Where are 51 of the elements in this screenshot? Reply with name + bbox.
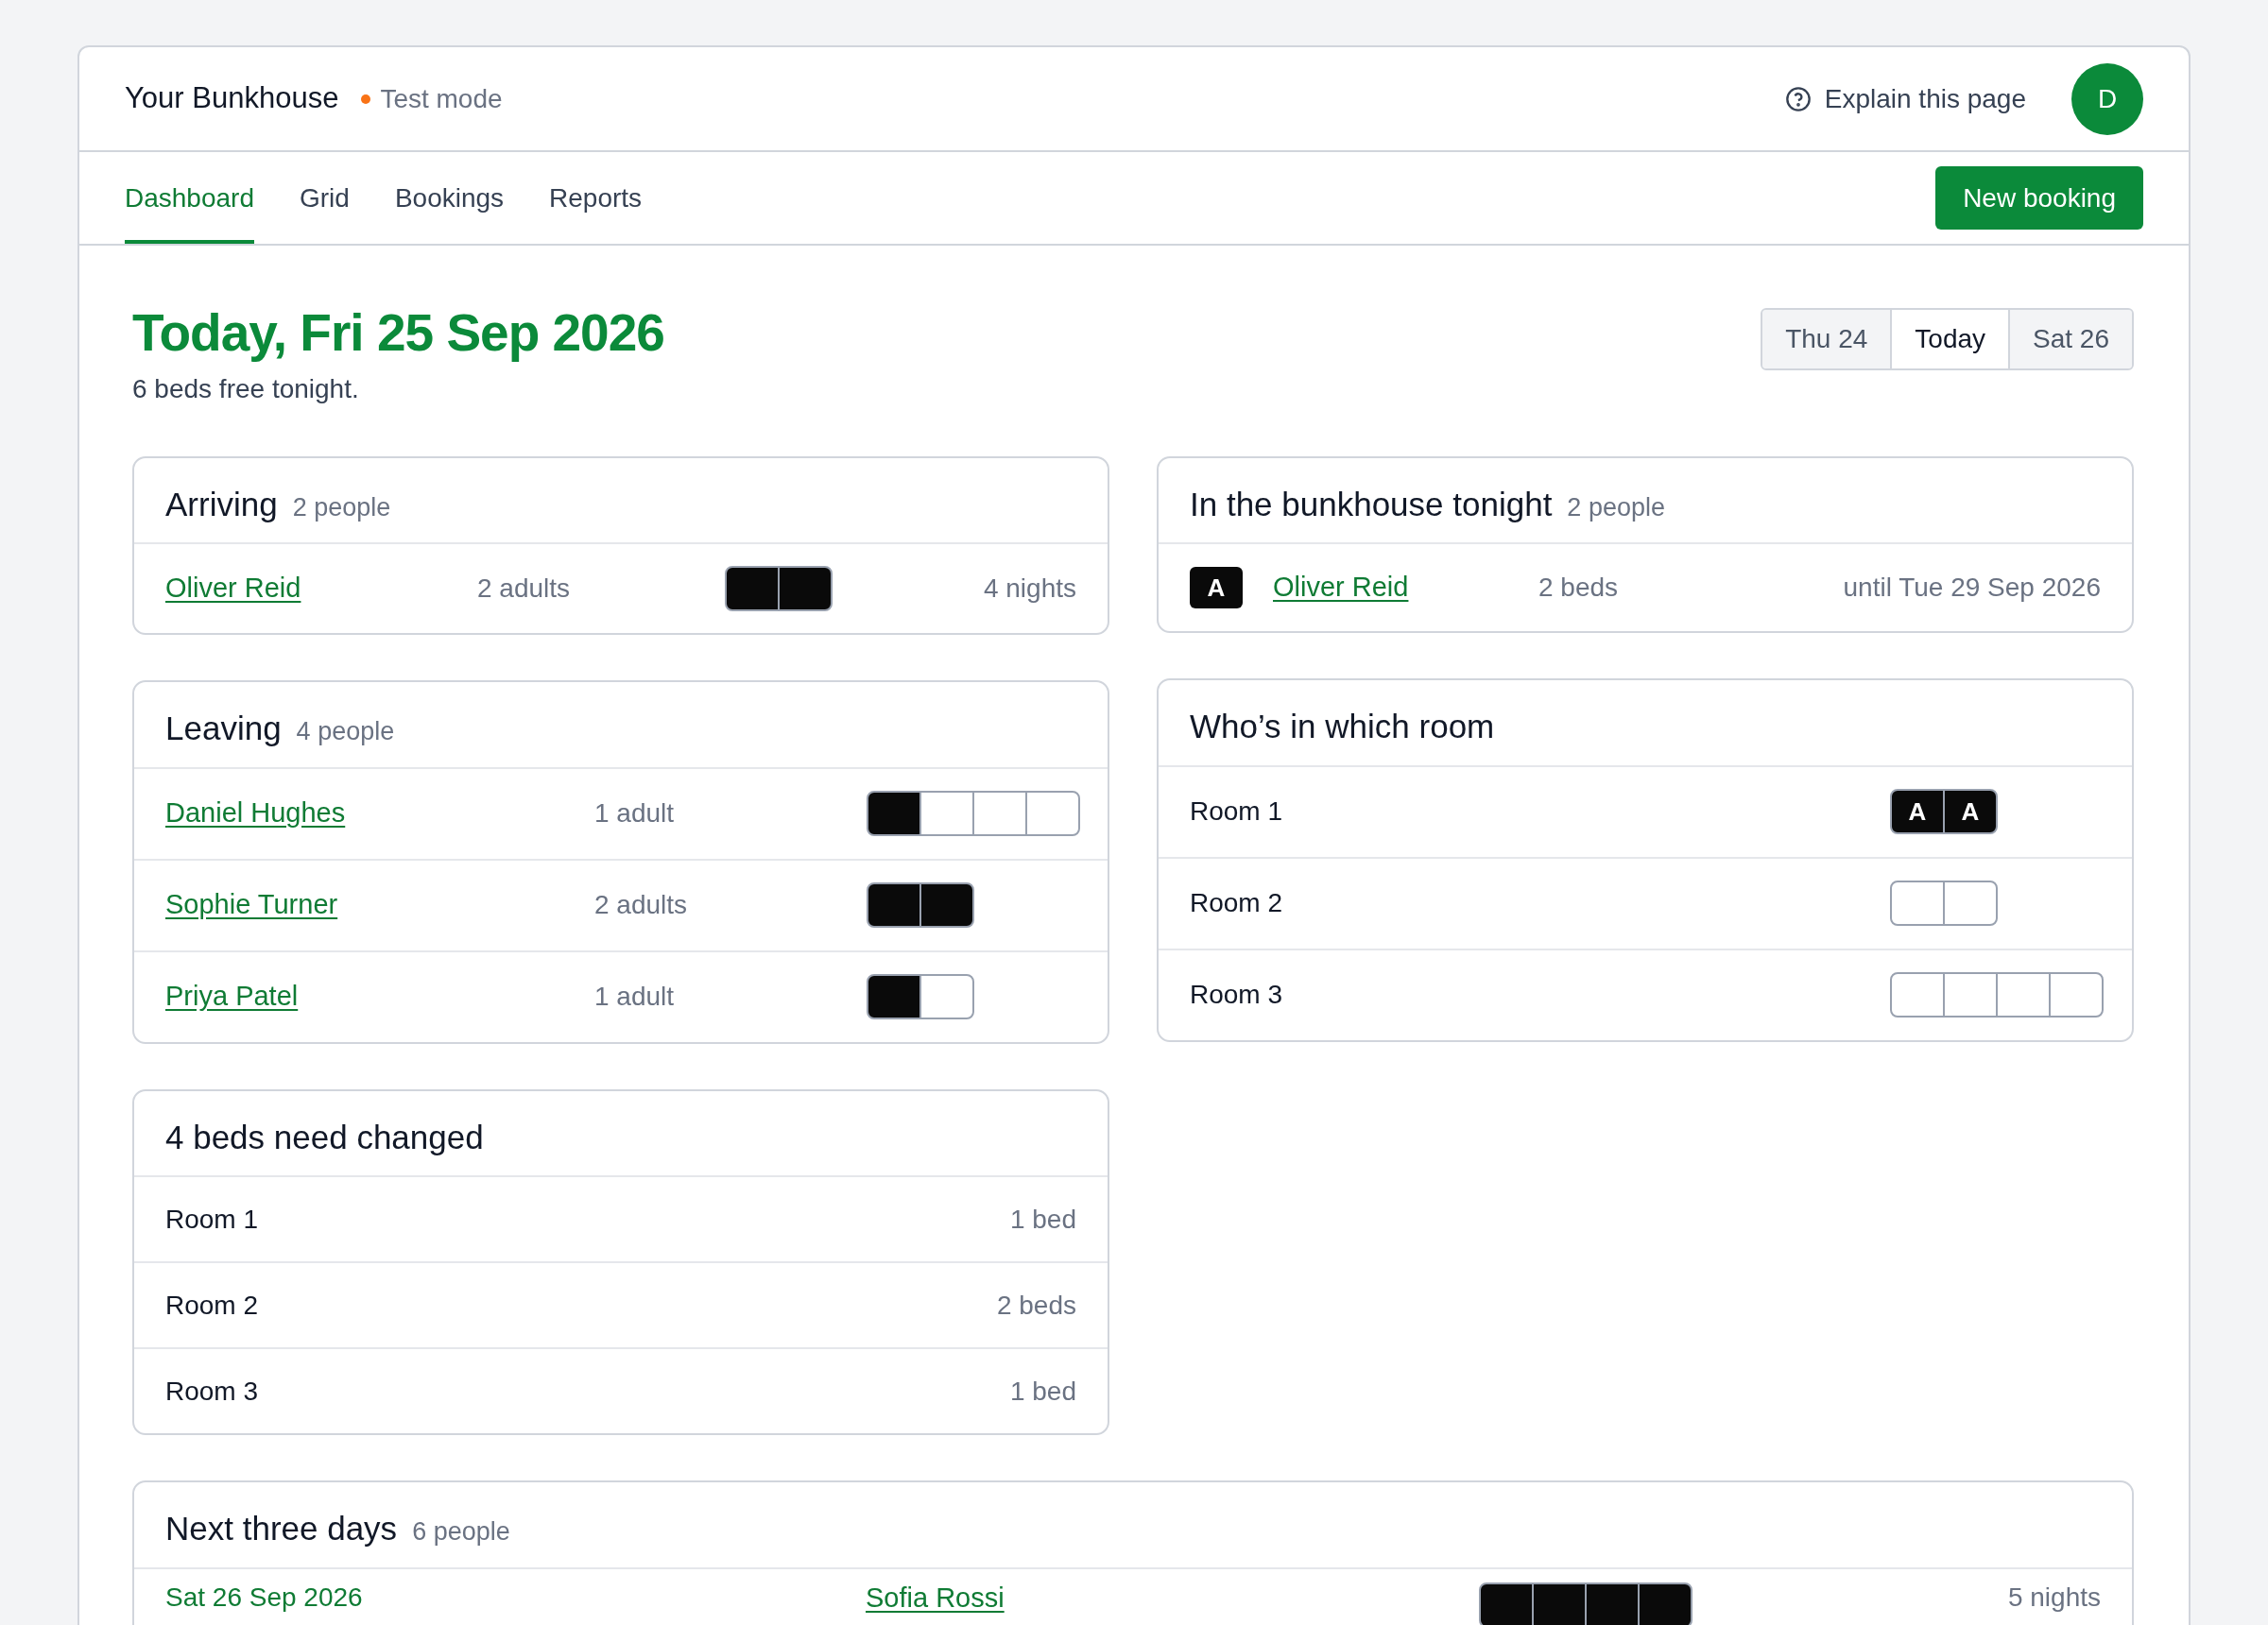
guest-link[interactable]: Daniel Hughes [165, 797, 346, 829]
bed-count: 2 beds [1538, 572, 1619, 604]
room-name: Room 2 [165, 1289, 259, 1322]
bed-count: 1 bed [1009, 1375, 1076, 1408]
stay-end-date: until Tue 29 Sep 2026 [1843, 572, 2101, 604]
card-title: 4 beds need changed [165, 1117, 484, 1157]
room-name: Room 2 [1190, 887, 1284, 919]
nights-count: 4 nights [983, 573, 1076, 605]
bed-count: 2 beds [996, 1289, 1076, 1322]
people-count: 2 people [292, 491, 391, 523]
card-title: Who’s in which room [1190, 707, 1495, 746]
guest-count: 1 adult [594, 981, 676, 1013]
card-title: Leaving [165, 709, 282, 748]
arrival-date: Sat 26 Sep 2026 [165, 1582, 364, 1613]
bed-slot: A [1890, 789, 1945, 834]
room-name: Room 3 [165, 1375, 259, 1408]
nav-tab[interactable]: Bookings [394, 152, 505, 244]
card-title: In the bunkhouse tonight [1190, 484, 1553, 524]
guest-count: 2 adults [477, 573, 572, 605]
room-name: Room 1 [1190, 795, 1284, 828]
help-icon [1784, 85, 1812, 112]
room-name: Room 1 [165, 1203, 259, 1236]
app-title: Your Bunkhouse [125, 80, 339, 117]
beds-free-text: 6 beds free tonight. [132, 372, 360, 405]
avatar[interactable]: D [2071, 62, 2143, 135]
guest-badge: A [1190, 567, 1243, 608]
nav-tab[interactable]: Grid [300, 152, 350, 244]
nav-tab[interactable]: Dashboard [125, 152, 254, 244]
day-tab[interactable]: Today [1890, 310, 2009, 368]
people-count: 6 people [412, 1516, 510, 1548]
mode-label: Test mode [380, 82, 503, 115]
guest-link[interactable]: Sofia Rossi [866, 1582, 1005, 1613]
guest-count: 1 adult [594, 797, 676, 830]
room-name: Room 3 [1190, 979, 1284, 1011]
card-title: Arriving [165, 484, 278, 524]
bed-slot: A [1943, 789, 1998, 834]
guest-link[interactable]: Priya Patel [165, 981, 299, 1012]
guest-count: 2 adults [594, 889, 689, 921]
guest-link[interactable]: Sophie Turner [165, 889, 338, 920]
day-tab[interactable]: Sat 26 [2008, 310, 2132, 368]
people-count: 4 people [296, 716, 395, 747]
page-heading: Today, Fri 25 Sep 2026 [132, 304, 664, 362]
new-booking-button[interactable]: New booking [1935, 166, 2143, 230]
help-link[interactable]: Explain this page [1784, 78, 2026, 119]
nights-count: 5 nights [2007, 1582, 2101, 1613]
people-count: 2 people [1567, 491, 1665, 523]
guest-link[interactable]: Oliver Reid [1273, 572, 1409, 603]
card-title: Next three days [165, 1509, 398, 1548]
nav-tab[interactable]: Reports [549, 152, 643, 244]
guest-link[interactable]: Oliver Reid [165, 573, 301, 604]
bed-count: 1 bed [1009, 1203, 1076, 1236]
